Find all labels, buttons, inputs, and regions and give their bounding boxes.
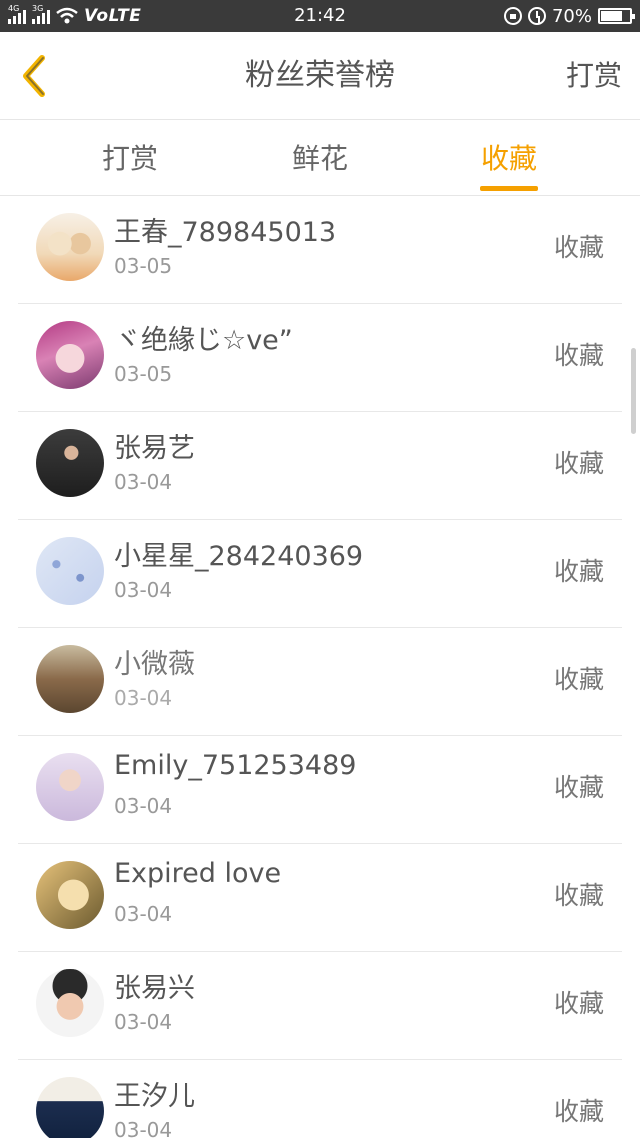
rotation-lock-icon bbox=[503, 7, 522, 25]
tab-bar: 打赏 鲜花 收藏 bbox=[0, 121, 640, 196]
fan-name: Emily_751253489 bbox=[114, 750, 357, 781]
scrollbar[interactable] bbox=[631, 348, 636, 434]
fan-list[interactable]: 王春_789845013 03-05 收藏 ヾ绝緣じ☆ve” 03-05 收藏 … bbox=[0, 196, 640, 1138]
favorite-label: 收藏 bbox=[553, 557, 604, 586]
favorite-label: 收藏 bbox=[553, 233, 604, 262]
tab-label: 鲜花 bbox=[291, 142, 348, 175]
reward-button[interactable]: 打赏 bbox=[566, 32, 622, 120]
favorite-label: 收藏 bbox=[553, 341, 604, 370]
tab-reward[interactable]: 打赏 bbox=[100, 121, 160, 196]
fan-date: 03-05 bbox=[114, 362, 173, 386]
fan-date: 03-04 bbox=[114, 578, 173, 602]
status-right: 70% bbox=[503, 0, 635, 32]
list-item[interactable]: 王汐儿 03-04 收藏 bbox=[18, 1060, 622, 1138]
fan-date: 03-04 bbox=[114, 470, 173, 494]
favorite-label: 收藏 bbox=[553, 881, 604, 910]
favorite-label: 收藏 bbox=[553, 449, 604, 478]
fan-name: ヾ绝緣じ☆ve” bbox=[114, 325, 293, 356]
list-item[interactable]: 小微薇 03-04 收藏 bbox=[18, 628, 622, 736]
fan-date: 03-04 bbox=[114, 794, 173, 818]
fan-name: Expired love bbox=[114, 858, 282, 889]
tab-label: 收藏 bbox=[480, 142, 537, 175]
avatar bbox=[36, 969, 104, 1037]
fan-name: 张易艺 bbox=[114, 433, 195, 464]
fan-date: 03-04 bbox=[114, 1118, 173, 1138]
avatar bbox=[36, 861, 104, 929]
tab-label: 打赏 bbox=[101, 142, 158, 175]
page-title: 粉丝荣誉榜 bbox=[245, 58, 395, 93]
avatar bbox=[36, 753, 104, 821]
avatar bbox=[36, 537, 104, 605]
avatar bbox=[36, 321, 104, 389]
avatar bbox=[36, 645, 104, 713]
list-item[interactable]: 小星星_284240369 03-04 收藏 bbox=[18, 520, 622, 628]
active-tab-indicator bbox=[480, 186, 538, 191]
fan-date: 03-04 bbox=[114, 902, 173, 926]
fan-date: 03-05 bbox=[114, 254, 173, 278]
fan-name: 王春_789845013 bbox=[114, 217, 337, 248]
favorite-label: 收藏 bbox=[553, 665, 604, 694]
fan-name: 小微薇 bbox=[114, 649, 195, 680]
fan-name: 王汐儿 bbox=[114, 1081, 195, 1112]
avatar bbox=[36, 429, 104, 497]
list-item[interactable]: 张易艺 03-04 收藏 bbox=[18, 412, 622, 520]
favorite-label: 收藏 bbox=[553, 773, 604, 802]
status-bar: 4G 3G VoLTE 21:42 70% bbox=[0, 0, 640, 32]
favorite-label: 收藏 bbox=[553, 1097, 604, 1126]
app-header: 粉丝荣誉榜 打赏 bbox=[0, 32, 640, 120]
favorite-label: 收藏 bbox=[553, 989, 604, 1018]
list-item[interactable]: 张易兴 03-04 收藏 bbox=[18, 952, 622, 1060]
fan-name: 张易兴 bbox=[114, 973, 195, 1004]
tab-flowers[interactable]: 鲜花 bbox=[290, 121, 350, 196]
tab-favorites[interactable]: 收藏 bbox=[480, 121, 538, 196]
list-item[interactable]: ヾ绝緣じ☆ve” 03-05 收藏 bbox=[18, 304, 622, 412]
battery-icon bbox=[598, 8, 635, 24]
battery-percent: 70% bbox=[551, 5, 592, 27]
alarm-icon bbox=[527, 7, 546, 25]
fan-date: 03-04 bbox=[114, 686, 173, 710]
avatar bbox=[36, 1077, 104, 1138]
list-item[interactable]: Emily_751253489 03-04 收藏 bbox=[18, 736, 622, 844]
fan-name: 小星星_284240369 bbox=[114, 541, 364, 572]
list-item[interactable]: Expired love 03-04 收藏 bbox=[18, 844, 622, 952]
avatar bbox=[36, 213, 104, 281]
fan-date: 03-04 bbox=[114, 1010, 173, 1034]
list-item[interactable]: 王春_789845013 03-05 收藏 bbox=[18, 196, 622, 304]
